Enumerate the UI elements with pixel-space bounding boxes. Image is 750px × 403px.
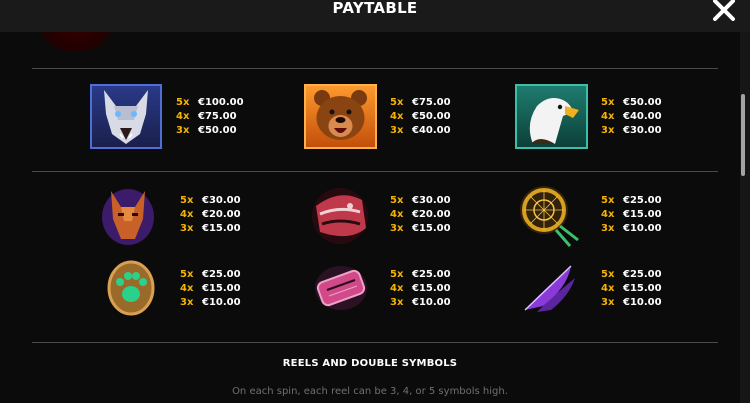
divider bbox=[32, 342, 718, 343]
bracelet-symbol-icon bbox=[315, 266, 367, 310]
payout-list-bear: 5x €75.00 4x €50.00 3x €40.00 bbox=[390, 96, 451, 138]
payout-line: 5x €30.00 bbox=[390, 195, 451, 206]
payout-line: 5x €30.00 bbox=[180, 195, 241, 206]
title-bar: PAYTABLE bbox=[0, 0, 750, 32]
divider bbox=[32, 68, 718, 69]
dreamcatcher-symbol-icon bbox=[520, 186, 579, 247]
payout-list-wolf: 5x €100.00 4x €75.00 3x €50.00 bbox=[176, 96, 244, 138]
payout-line: 4x €15.00 bbox=[601, 283, 662, 294]
payout-line: 3x €10.00 bbox=[390, 297, 451, 308]
paytable-panel: 5x €100.00 4x €75.00 3x €50.00 5x €75.00 4x €… bbox=[0, 32, 740, 403]
fox-mask-symbol-icon bbox=[102, 189, 154, 245]
section-title: REELS AND DOUBLE SYMBOLS bbox=[282, 358, 458, 369]
payout-list-totem-head: 5x €30.00 4x €20.00 3x €15.00 bbox=[390, 194, 451, 236]
payout-line: 4x €20.00 bbox=[180, 209, 241, 220]
payout-line: 3x €40.00 bbox=[390, 125, 451, 136]
payout-line: 3x €10.00 bbox=[601, 223, 662, 234]
partial-symbol bbox=[40, 32, 112, 52]
payout-line: 5x €50.00 bbox=[601, 97, 662, 108]
paw-stone-symbol-icon bbox=[107, 260, 155, 316]
payout-line: 3x €15.00 bbox=[180, 223, 241, 234]
wolf-symbol-icon bbox=[90, 84, 162, 149]
payout-list-dreamcatcher: 5x €25.00 4x €15.00 3x €10.00 bbox=[601, 194, 662, 236]
payout-line: 4x €20.00 bbox=[390, 209, 451, 220]
close-icon[interactable] bbox=[712, 0, 736, 22]
payout-line: 3x €15.00 bbox=[390, 223, 451, 234]
scrollbar-thumb[interactable] bbox=[741, 94, 745, 176]
payout-line: 5x €25.00 bbox=[601, 195, 662, 206]
payout-line: 4x €50.00 bbox=[390, 111, 451, 122]
page-title: PAYTABLE bbox=[332, 0, 418, 17]
payout-line: 4x €15.00 bbox=[180, 283, 241, 294]
totem-head-symbol-icon bbox=[312, 188, 368, 244]
divider bbox=[32, 171, 718, 172]
feather-symbol-icon bbox=[524, 265, 575, 312]
payout-list-feather: 5x €25.00 4x €15.00 3x €10.00 bbox=[601, 268, 662, 310]
payout-line: 5x €25.00 bbox=[390, 269, 451, 280]
payout-line: 4x €15.00 bbox=[601, 209, 662, 220]
payout-line: 5x €25.00 bbox=[601, 269, 662, 280]
payout-line: 3x €50.00 bbox=[176, 125, 237, 136]
payout-line: 3x €10.00 bbox=[601, 297, 662, 308]
payout-line: 5x €100.00 bbox=[176, 97, 244, 108]
payout-list-bracelet: 5x €25.00 4x €15.00 3x €10.00 bbox=[390, 268, 451, 310]
payout-line: 4x €75.00 bbox=[176, 111, 237, 122]
payout-list-fox-mask: 5x €30.00 4x €20.00 3x €15.00 bbox=[180, 194, 241, 236]
payout-line: 5x €25.00 bbox=[180, 269, 241, 280]
bear-symbol-icon bbox=[304, 84, 377, 149]
payout-line: 4x €40.00 bbox=[601, 111, 662, 122]
payout-line: 4x €15.00 bbox=[390, 283, 451, 294]
section-description: On each spin, each reel can be 3, 4, or … bbox=[232, 386, 508, 397]
scrollbar[interactable] bbox=[740, 32, 750, 403]
payout-list-eagle: 5x €50.00 4x €40.00 3x €30.00 bbox=[601, 96, 662, 138]
eagle-symbol-icon bbox=[515, 84, 588, 149]
payout-list-paw-stone: 5x €25.00 4x €15.00 3x €10.00 bbox=[180, 268, 241, 310]
payout-line: 5x €75.00 bbox=[390, 97, 451, 108]
payout-line: 3x €10.00 bbox=[180, 297, 241, 308]
payout-line: 3x €30.00 bbox=[601, 125, 662, 136]
